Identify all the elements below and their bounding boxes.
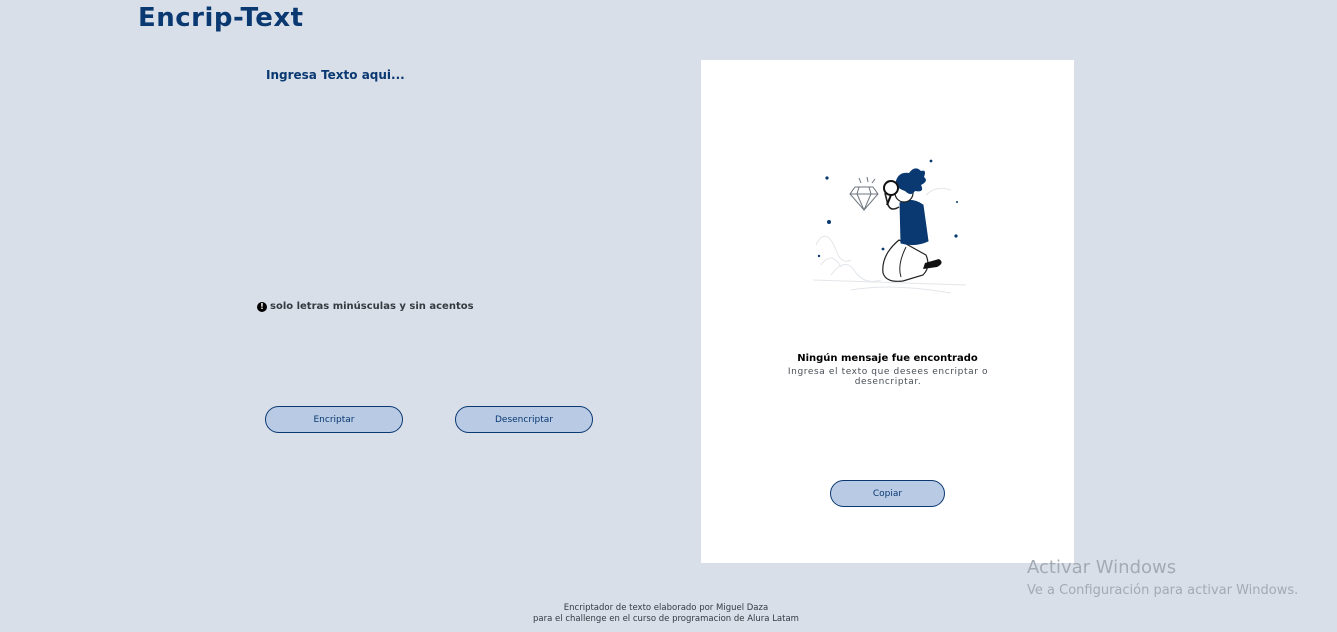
- hint-text: solo letras minúsculas y sin acentos: [270, 301, 474, 312]
- watermark-subtitle: Ve a Configuración para activar Windows.: [1027, 583, 1299, 598]
- empty-message-subtitle: Ingresa el texto que desees encriptar o …: [787, 367, 989, 387]
- output-panel: Ningún mensaje fue encontrado Ingresa el…: [701, 60, 1074, 563]
- exclamation-circle-icon: !: [257, 301, 267, 312]
- input-hint: ! solo letras minúsculas y sin acentos: [257, 301, 474, 312]
- decrypt-button[interactable]: Desencriptar: [455, 406, 593, 433]
- watermark-title: Activar Windows: [1027, 557, 1177, 578]
- text-input[interactable]: [262, 66, 650, 280]
- footer-line-1: Encriptador de texto elaborado por Migue…: [563, 603, 769, 613]
- empty-message-title: Ningún mensaje fue encontrado: [797, 353, 978, 364]
- copy-button[interactable]: Copiar: [830, 480, 945, 507]
- app-logo: Encrip-Text: [138, 3, 304, 33]
- encrypt-button[interactable]: Encriptar: [265, 406, 403, 433]
- windows-activation-watermark: Activar Windows Ve a Configuración para …: [1027, 557, 1298, 601]
- footer: Encriptador de texto elaborado por Migue…: [0, 603, 1332, 625]
- footer-line-2: para el challenge en el curso de program…: [533, 614, 799, 624]
- person-magnifier-illustration: [812, 159, 967, 294]
